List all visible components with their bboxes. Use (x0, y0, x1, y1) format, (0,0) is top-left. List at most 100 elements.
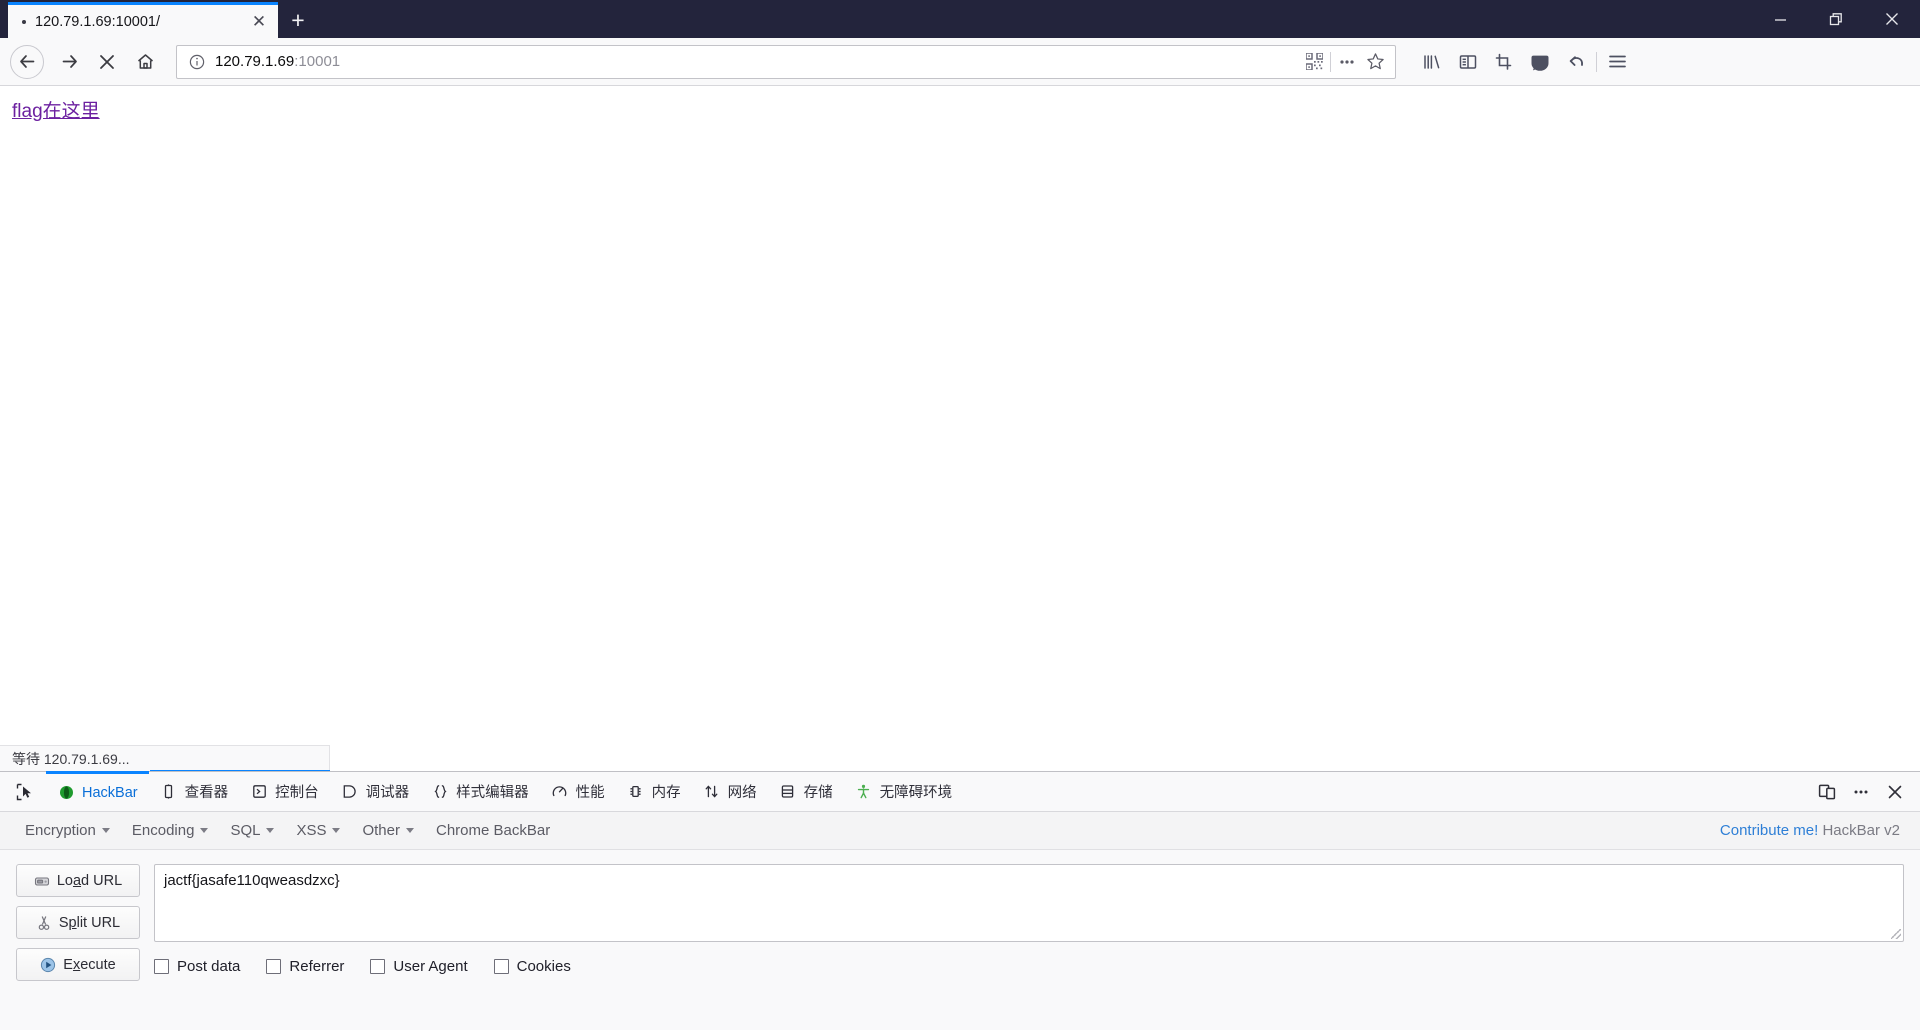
load-url-button[interactable]: Load URL (16, 864, 140, 897)
devtools-tab-memory[interactable]: 内存 (616, 772, 692, 811)
hackbar-url-textarea[interactable]: jactf{jasafe110qweasdzxc} (154, 864, 1904, 942)
devtools-tabbar: HackBar 查看器 控制台 调试器 样式编辑器 性能 内存 网络 存储 无障… (0, 771, 1920, 812)
status-popup: 等待 120.79.1.69... (0, 745, 330, 773)
devtools-panel: HackBar 查看器 控制台 调试器 样式编辑器 性能 内存 网络 存储 无障… (0, 771, 1920, 1030)
flag-link[interactable]: flag在这里 (12, 96, 100, 123)
devtools-tab-style-editor[interactable]: 样式编辑器 (420, 772, 540, 811)
hackbar-menu-other[interactable]: Other (351, 822, 425, 839)
network-icon (703, 783, 721, 801)
window-minimize-button[interactable] (1752, 0, 1808, 38)
stop-button-icon[interactable] (88, 43, 126, 81)
chevron-down-icon (266, 828, 275, 833)
url-text[interactable]: 120.79.1.69:10001 (215, 53, 1300, 70)
library-icon[interactable] (1414, 44, 1450, 80)
window-titlebar: 120.79.1.69:10001/ ✕ + (0, 0, 1920, 38)
devtools-tab-storage[interactable]: 存储 (768, 772, 844, 811)
split-url-icon (36, 915, 52, 931)
chevron-down-icon (332, 828, 341, 833)
responsive-design-mode-icon[interactable] (1810, 775, 1844, 809)
devtools-tab-debugger[interactable]: 调试器 (330, 772, 421, 811)
tab-loading-dot-icon (22, 19, 26, 24)
hackbar-menu-sql[interactable]: SQL (219, 822, 285, 839)
hackbar-menu-chrome-backbar[interactable]: Chrome BackBar (425, 822, 561, 839)
style-editor-icon (431, 783, 449, 801)
pocket-icon[interactable] (1522, 44, 1558, 80)
devtools-tab-label: 调试器 (365, 785, 410, 801)
execute-button[interactable]: Execute (16, 948, 140, 981)
checkbox-box-icon[interactable] (370, 959, 386, 974)
menu-label: SQL (230, 822, 261, 839)
checkbox-referrer[interactable]: Referrer (266, 958, 344, 975)
forward-button-icon[interactable] (50, 43, 88, 81)
devtools-tab-label: 网络 (727, 785, 757, 801)
hackbar-main: jactf{jasafe110qweasdzxc} Post data Refe… (154, 864, 1904, 1030)
inspector-icon (160, 783, 178, 801)
sidebar-icon[interactable] (1450, 44, 1486, 80)
qr-code-icon[interactable] (1300, 48, 1328, 76)
hackbar-menu-xss[interactable]: XSS (285, 822, 351, 839)
hackbar-body: Load URL Split URL Execute jactf{jasafe1… (0, 850, 1920, 1030)
checkbox-box-icon[interactable] (493, 959, 509, 974)
checkbox-label: Post data (177, 958, 241, 975)
hackbar-icon (57, 784, 75, 802)
hamburger-menu-icon[interactable] (1599, 44, 1635, 80)
bookmark-star-icon[interactable] (1361, 48, 1389, 76)
devtools-tab-network[interactable]: 网络 (692, 772, 768, 811)
checkbox-box-icon[interactable] (154, 959, 169, 974)
split-url-label: Split URL (58, 914, 121, 931)
contribute-link[interactable]: Contribute me! (1720, 822, 1818, 839)
menu-label: Chrome BackBar (435, 822, 551, 839)
devtools-tab-inspector[interactable]: 查看器 (149, 772, 240, 811)
menu-label: Encoding (131, 822, 195, 839)
checkbox-post-data[interactable]: Post data (154, 958, 240, 975)
textarea-resize-grip[interactable] (1891, 929, 1901, 939)
devtools-options-icon[interactable] (1844, 775, 1878, 809)
load-url-label: Load URL (56, 872, 123, 889)
window-restore-button[interactable] (1808, 0, 1864, 38)
hackbar-checkbox-row: Post data Referrer User Agent Cookies (154, 958, 1904, 975)
page-actions-icon[interactable] (1333, 48, 1361, 76)
devtools-tab-label: 控制台 (275, 785, 319, 801)
accessibility-icon (855, 783, 873, 801)
checkbox-user-agent[interactable]: User Agent (370, 958, 468, 975)
devtools-tab-performance[interactable]: 性能 (540, 772, 616, 811)
tab-close-icon[interactable]: ✕ (246, 9, 272, 35)
screenshot-crop-icon[interactable] (1486, 44, 1522, 80)
chevron-down-icon (101, 828, 110, 833)
hackbar-menu-encryption[interactable]: Encryption (14, 822, 121, 839)
checkbox-cookies[interactable]: Cookies (493, 958, 571, 975)
performance-icon (551, 783, 569, 801)
devtools-tab-label: 样式编辑器 (456, 785, 529, 801)
tab-strip: 120.79.1.69:10001/ ✕ + (0, 0, 318, 38)
site-identity-info-icon[interactable] (187, 52, 207, 72)
home-button-icon[interactable] (126, 43, 164, 81)
menu-label: Encryption (25, 822, 96, 839)
storage-icon (779, 783, 797, 801)
devtools-tab-label: HackBar (82, 784, 138, 801)
devtools-close-icon[interactable] (1878, 775, 1912, 809)
url-port: :10001 (294, 53, 341, 70)
browser-tab-active[interactable]: 120.79.1.69:10001/ ✕ (8, 2, 278, 38)
devtools-tab-label: 性能 (575, 785, 605, 801)
new-tab-button[interactable]: + (278, 2, 318, 38)
split-url-button[interactable]: Split URL (16, 906, 140, 939)
devtools-tab-accessibility[interactable]: 无障碍环境 (844, 772, 964, 811)
status-text: 等待 120.79.1.69... (12, 750, 130, 767)
back-button-icon[interactable] (10, 44, 44, 79)
element-picker-icon[interactable] (4, 772, 46, 811)
menu-label: Other (362, 822, 400, 839)
window-close-button[interactable] (1864, 0, 1920, 38)
checkbox-box-icon[interactable] (266, 959, 282, 974)
devtools-tab-console[interactable]: 控制台 (239, 772, 330, 811)
url-bar-separator (1330, 51, 1331, 72)
devtools-tab-hackbar[interactable]: HackBar (46, 771, 149, 811)
console-icon (250, 783, 268, 801)
url-bar[interactable]: 120.79.1.69:10001 (176, 44, 1396, 79)
hackbar-url-value: jactf{jasafe110qweasdzxc} (164, 872, 340, 889)
chevron-down-icon (200, 828, 209, 833)
url-bar-container: 120.79.1.69:10001 (176, 44, 1396, 79)
hackbar-version: HackBar v2 (1822, 822, 1900, 839)
undo-icon[interactable] (1558, 44, 1594, 80)
hackbar-menu-encoding[interactable]: Encoding (121, 822, 220, 839)
navigation-toolbar: 120.79.1.69:10001 (0, 38, 1920, 86)
